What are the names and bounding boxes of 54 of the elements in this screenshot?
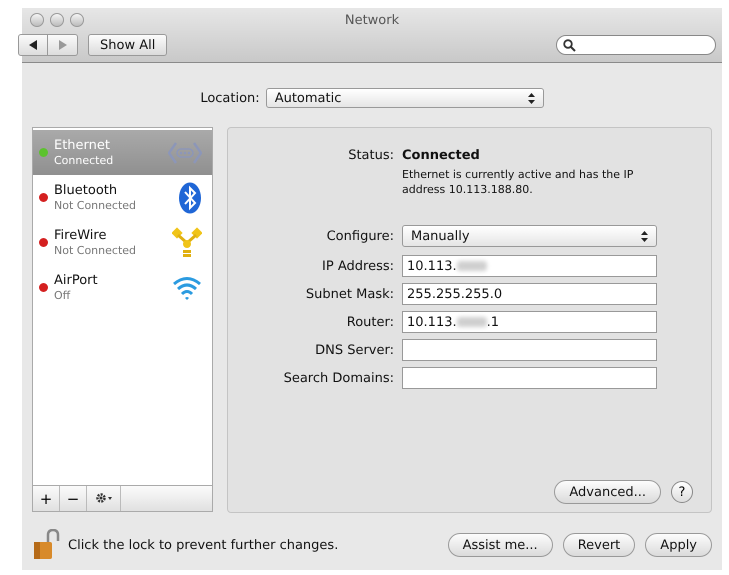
list-button[interactable]: − — [60, 486, 87, 511]
input-field[interactable]: 10.113. — [402, 255, 657, 277]
action-button[interactable]: Apply — [645, 533, 712, 557]
input-field[interactable]: 255.255.255.0 — [402, 283, 657, 305]
status-label: Status: — [347, 148, 394, 163]
input-field[interactable] — [402, 339, 657, 361]
service-status: Not Connected — [54, 242, 138, 258]
close-button[interactable] — [30, 13, 44, 27]
lock-message: Click the lock to prevent further changes. — [68, 538, 338, 552]
help-button[interactable]: ? — [671, 481, 693, 503]
service-name: Ethernet — [54, 138, 111, 152]
search-field[interactable] — [556, 35, 716, 55]
field-label: IP Address: — [321, 258, 394, 274]
ethernet-icon — [168, 140, 202, 164]
field-label: Subnet Mask: — [304, 286, 394, 302]
search-icon — [563, 38, 576, 52]
service-status: Not Connected — [54, 198, 138, 212]
service-status: Connected — [54, 152, 114, 168]
location-label: Location: — [200, 90, 260, 106]
service-item[interactable]: Bluetooth Not Connected — [33, 175, 212, 220]
field-label: Configure: — [326, 228, 394, 244]
action-button[interactable]: Revert — [562, 533, 636, 557]
service-item[interactable]: FireWire Not Connected — [33, 220, 212, 265]
service-status: Off — [54, 288, 72, 302]
field-label: DNS Server: — [314, 342, 394, 358]
wifi-icon — [172, 274, 202, 300]
bluetooth-icon — [178, 182, 202, 214]
forward-icon — [58, 40, 67, 50]
advanced-button[interactable]: Advanced... — [554, 480, 661, 504]
field-label: Search Domains: — [282, 370, 394, 386]
status-description: Ethernet is currently active and has the IP address 10.113.188.80. — [402, 167, 634, 197]
service-item[interactable]: AirPort Off — [33, 265, 212, 310]
zoom-button[interactable] — [70, 13, 84, 27]
lock-icon — [32, 529, 60, 561]
service-name: Bluetooth — [54, 182, 118, 198]
back-icon — [28, 40, 38, 50]
gear-icon — [94, 492, 112, 504]
show-all-button[interactable]: Show All — [88, 34, 168, 56]
firewire-icon — [172, 226, 202, 258]
location-dropdown[interactable]: Automatic — [266, 88, 544, 108]
list-button[interactable]: + — [33, 486, 60, 511]
input-field[interactable]: 10.113. .1 — [402, 311, 657, 333]
window-title: Network — [344, 12, 400, 28]
stepper-icon — [528, 92, 535, 104]
input-field[interactable] — [402, 367, 657, 389]
service-name: FireWire — [54, 228, 108, 242]
service-name: AirPort — [54, 272, 99, 288]
back-button[interactable] — [18, 34, 48, 56]
minimize-button[interactable] — [50, 13, 64, 27]
status-value: Connected — [402, 148, 481, 163]
configure-dropdown[interactable]: Manually — [402, 225, 657, 247]
action-button[interactable]: Assist me... — [448, 533, 553, 557]
stepper-icon — [641, 230, 648, 242]
field-label: Router: — [346, 314, 394, 330]
